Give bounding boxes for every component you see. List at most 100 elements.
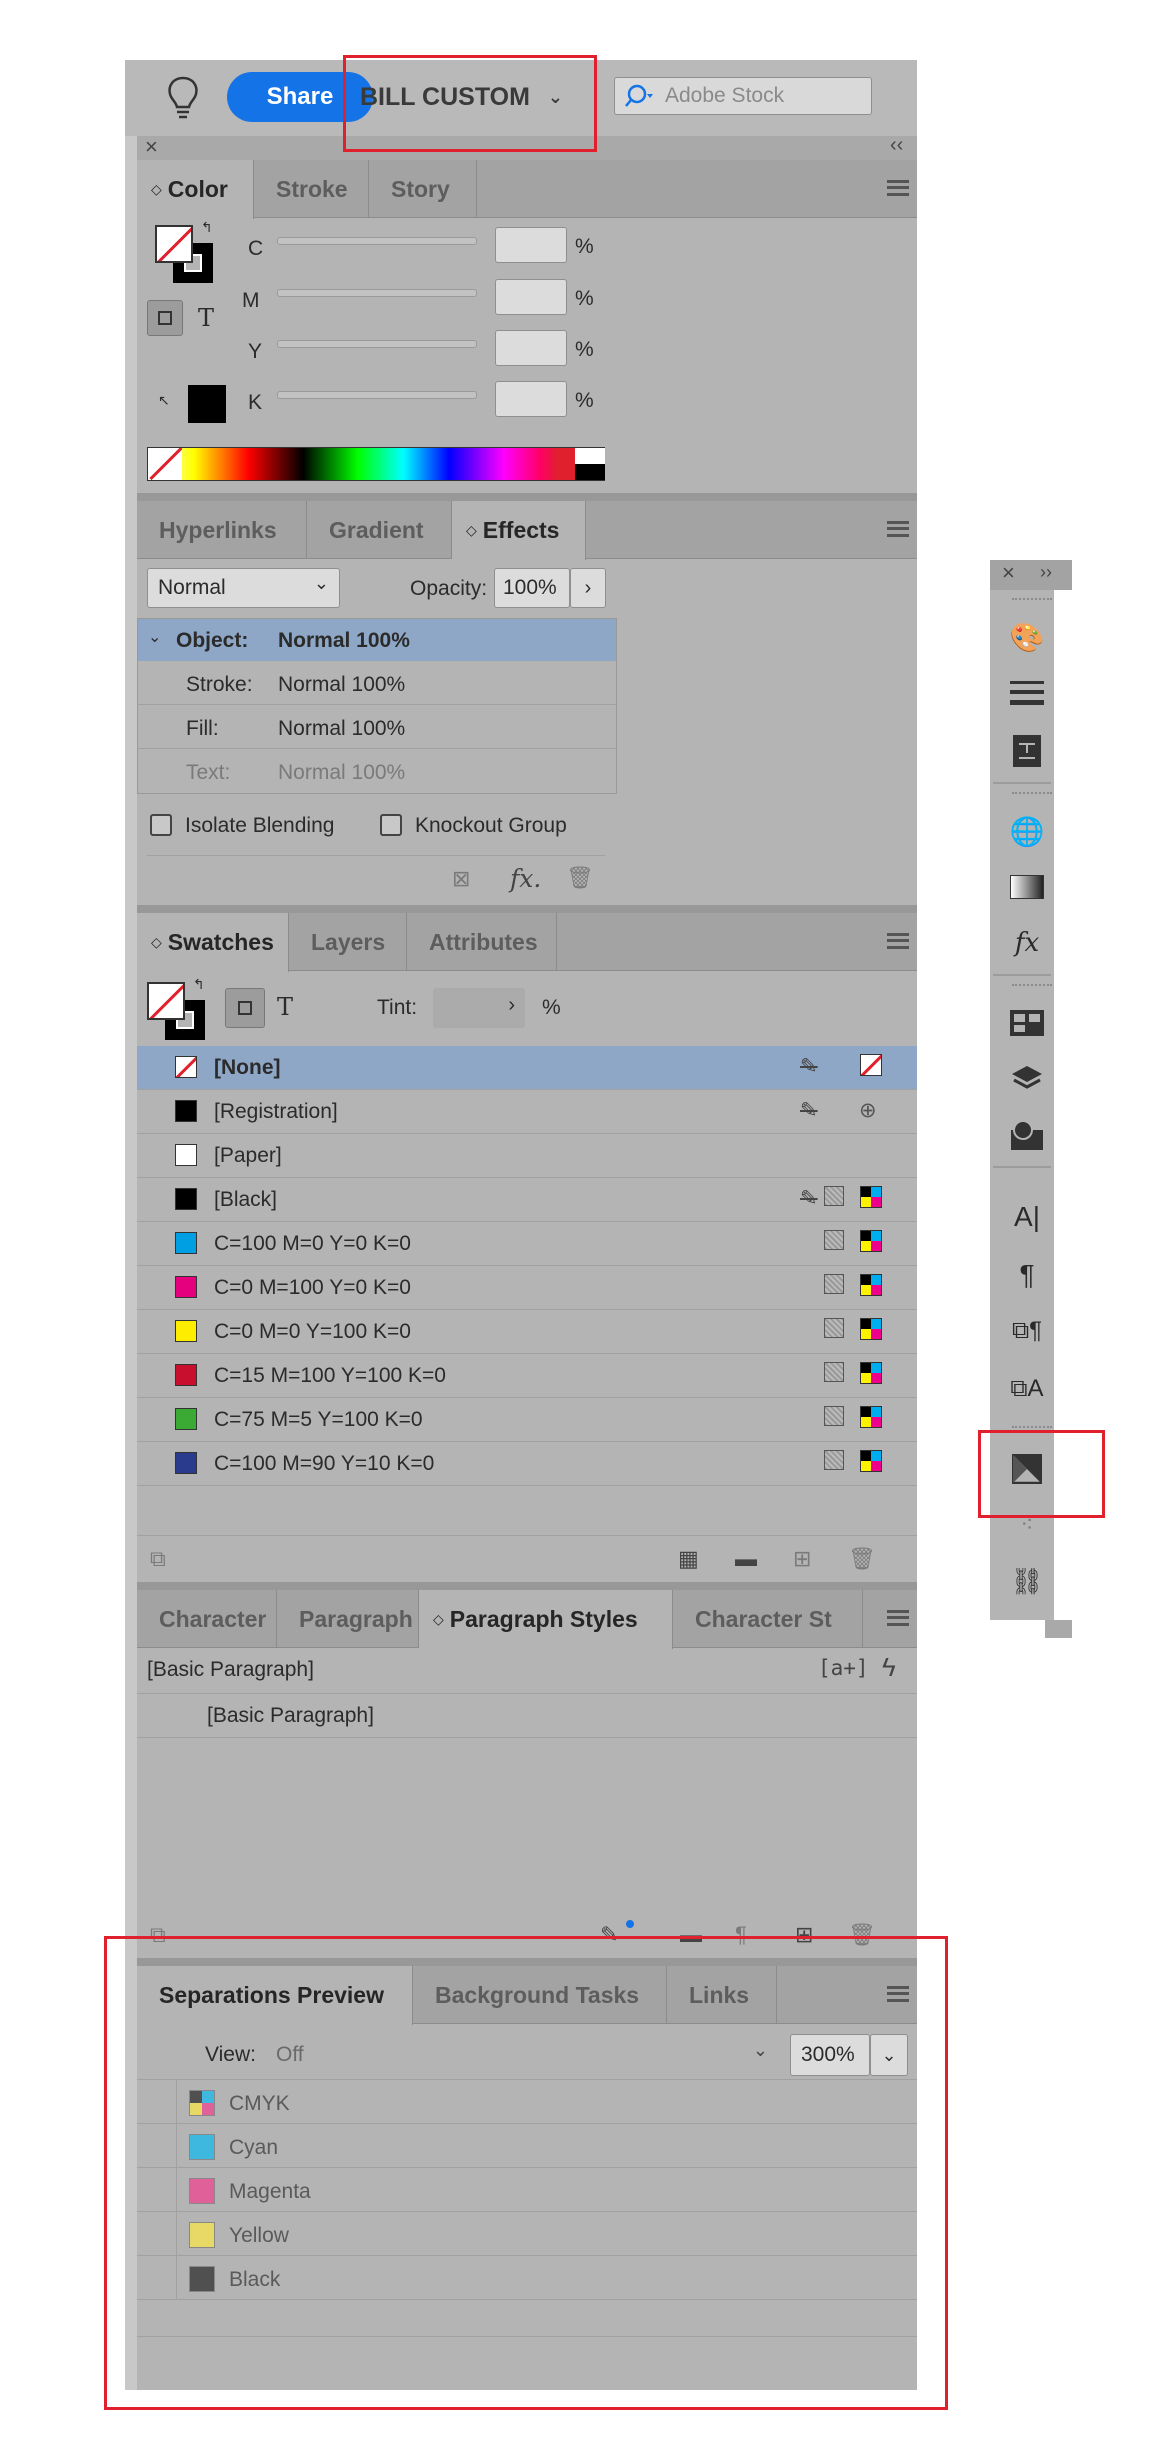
chevron-updown-icon: ◇ [151, 181, 162, 197]
blend-mode-select[interactable]: Normal ⌄ [147, 568, 340, 608]
list-item[interactable]: [Basic Paragraph] [137, 1694, 917, 1738]
channel-m-slider[interactable] [277, 289, 477, 297]
channel-k-field[interactable] [495, 381, 567, 417]
tab-layers[interactable]: Layers [289, 913, 407, 971]
trash-icon[interactable]: 🗑 [848, 1546, 876, 1572]
table-row[interactable]: C=0 M=100 Y=0 K=0 [137, 1266, 917, 1310]
swatch-chip [175, 1408, 197, 1430]
table-row[interactable]: [Paper] [137, 1134, 917, 1178]
knockout-group-checkbox[interactable] [380, 814, 402, 836]
expand-icon[interactable]: ›› [1040, 562, 1052, 583]
swatch-name: C=75 M=5 Y=100 K=0 [214, 1408, 423, 1431]
new-swatch-icon[interactable]: ⊞ [793, 1546, 811, 1572]
paragraph-styles-icon[interactable]: ⧉¶ [1010, 1314, 1044, 1348]
grip-handle[interactable] [1012, 598, 1052, 604]
collapse-icon[interactable]: ‹‹ [890, 134, 903, 157]
opacity-field[interactable]: 100% [494, 568, 570, 608]
grip-handle[interactable] [1012, 984, 1052, 990]
channel-c-slider[interactable] [277, 237, 477, 245]
table-row[interactable]: C=0 M=0 Y=100 K=0 [137, 1310, 917, 1354]
default-colors-icon[interactable]: ↖ [158, 392, 170, 409]
paragraph-icon[interactable]: ¶ [1010, 1258, 1044, 1292]
show-kinds-icon[interactable]: ⧉ [150, 1546, 166, 1572]
table-row[interactable]: [None] ✎ [137, 1046, 917, 1090]
swatch-chip [175, 1364, 197, 1386]
swatches-panel-tabs: ◇ Swatches Layers Attributes [137, 913, 917, 972]
stroke-icon[interactable] [1010, 676, 1044, 710]
swatches-icon[interactable] [1010, 1006, 1044, 1040]
folder-icon[interactable]: ▬ [735, 1546, 757, 1572]
clear-effects-icon[interactable]: ⊠ [452, 866, 470, 892]
panel-menu-icon[interactable] [887, 521, 909, 537]
effects-icon[interactable]: fx [1010, 926, 1044, 960]
links-icon[interactable]: ⛓ [1010, 1564, 1044, 1598]
black-chip[interactable] [575, 464, 605, 480]
text-toggle[interactable]: T [277, 993, 293, 1021]
panel-menu-icon[interactable] [887, 180, 909, 196]
fill-stroke-proxy[interactable]: ↰ [155, 219, 217, 287]
channel-y-slider[interactable] [277, 340, 477, 348]
none-swatch-icon[interactable] [148, 448, 182, 480]
character-styles-icon[interactable]: ⧉A [1010, 1372, 1044, 1406]
tab-character[interactable]: Character [137, 1590, 277, 1648]
tab-paragraph[interactable]: Paragraph [277, 1590, 419, 1648]
text-toggle[interactable]: T [198, 304, 214, 332]
target-row-stroke[interactable]: Stroke: Normal 100% [138, 663, 616, 705]
swatch-views-icon[interactable]: ▦ [678, 1546, 699, 1572]
table-row[interactable]: C=100 M=90 Y=10 K=0 [137, 1442, 917, 1486]
gradient-icon[interactable] [1010, 870, 1044, 904]
strip-divider [993, 782, 1051, 784]
target-row-fill[interactable]: Fill: Normal 100% [138, 707, 616, 749]
swatch-chip [175, 1056, 197, 1078]
close-icon[interactable]: × [1002, 560, 1015, 586]
channel-c-field[interactable] [495, 227, 567, 263]
isolate-blending-checkbox[interactable] [150, 814, 172, 836]
channel-k-slider[interactable] [277, 391, 477, 399]
tab-paragraph-styles[interactable]: ◇ Paragraph Styles [419, 1590, 673, 1649]
fill-stroke-proxy[interactable]: ↰ [147, 976, 209, 1044]
tab-effects[interactable]: ◇ Effects [452, 501, 586, 560]
tab-gradient[interactable]: Gradient [307, 501, 452, 559]
table-row[interactable]: C=100 M=0 Y=0 K=0 [137, 1222, 917, 1266]
lightbulb-icon[interactable] [162, 74, 204, 120]
lightning-icon[interactable]: ϟ [882, 1652, 896, 1683]
tint-field[interactable]: › [433, 988, 525, 1028]
swatch-chip [175, 1276, 197, 1298]
table-row[interactable]: [Black] ✎ [137, 1178, 917, 1222]
white-chip[interactable] [575, 448, 605, 464]
adobe-stock-search[interactable]: Adobe Stock [614, 77, 872, 115]
grip-handle[interactable] [1012, 792, 1052, 798]
tab-hyperlinks[interactable]: Hyperlinks [137, 501, 307, 559]
panel-menu-icon[interactable] [887, 1610, 909, 1626]
panel-menu-icon[interactable] [887, 933, 909, 949]
tab-attributes[interactable]: Attributes [407, 913, 557, 971]
highlight-workspace-switcher [343, 55, 597, 152]
color-icon[interactable]: 🎨 [1010, 620, 1045, 654]
container-toggle[interactable] [225, 988, 265, 1028]
tab-color[interactable]: ◇ Color [137, 160, 254, 219]
attributes-icon[interactable] [1010, 1118, 1044, 1152]
layers-icon[interactable] [1010, 1062, 1044, 1096]
tab-stroke[interactable]: Stroke [254, 160, 369, 218]
channel-m-field[interactable] [495, 279, 567, 315]
character-icon[interactable]: A| [1010, 1200, 1044, 1234]
fx-icon[interactable]: fx. [510, 864, 541, 893]
trash-icon[interactable]: 🗑 [566, 865, 594, 891]
story-icon[interactable] [1010, 734, 1044, 768]
opacity-slider-button[interactable]: › [570, 568, 606, 608]
hyperlinks-icon[interactable]: 🌐 [1010, 814, 1045, 848]
black-swatch-chip[interactable] [188, 385, 226, 423]
quick-apply-icon[interactable]: [a+] [818, 1656, 869, 1680]
tab-character-styles[interactable]: Character St [673, 1590, 863, 1648]
table-row[interactable]: C=75 M=5 Y=100 K=0 [137, 1398, 917, 1442]
tab-story[interactable]: Story [369, 160, 477, 218]
target-row-object[interactable]: ⌄ Object: Normal 100% [138, 619, 616, 661]
color-spectrum-ramp[interactable] [147, 447, 605, 481]
table-row[interactable]: [Registration] ✎ ⊕ [137, 1090, 917, 1134]
channel-k-unit: % [575, 389, 594, 412]
channel-y-field[interactable] [495, 330, 567, 366]
container-toggle[interactable] [147, 300, 183, 336]
close-icon[interactable]: × [145, 134, 158, 160]
tab-swatches[interactable]: ◇ Swatches [137, 913, 289, 972]
table-row[interactable]: C=15 M=100 Y=100 K=0 [137, 1354, 917, 1398]
